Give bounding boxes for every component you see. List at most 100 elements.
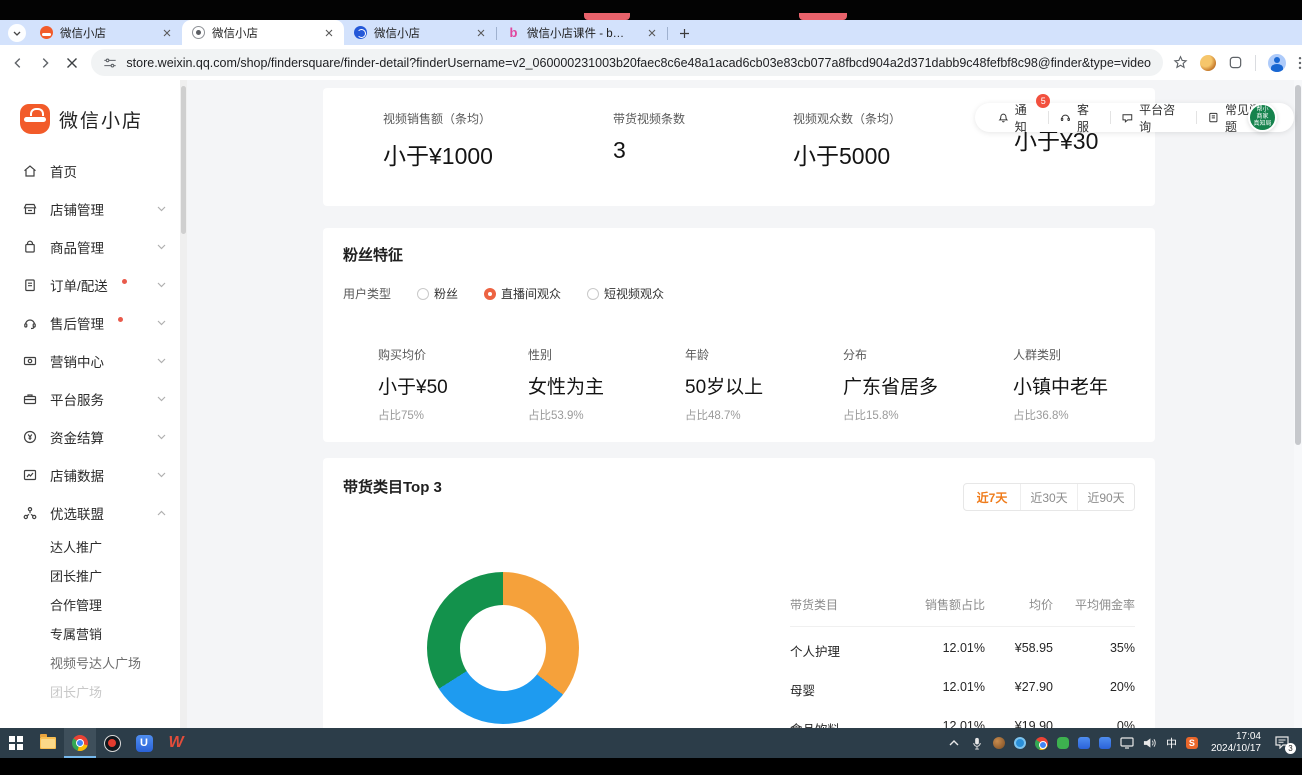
sidebar-subitem-talent-promo[interactable]: 达人推广 bbox=[0, 532, 180, 561]
date: 2024/10/17 bbox=[1211, 743, 1261, 755]
bookmark-star-icon[interactable] bbox=[1173, 55, 1188, 70]
notification-dot bbox=[118, 317, 123, 322]
forward-icon[interactable] bbox=[35, 51, 54, 75]
sidebar-subitem-leader-square[interactable]: 团长广场 bbox=[0, 677, 180, 706]
tray-expand-icon[interactable] bbox=[947, 736, 961, 750]
close-icon[interactable] bbox=[322, 26, 336, 40]
display-icon[interactable] bbox=[1120, 736, 1134, 750]
notification-center-button[interactable]: 3 bbox=[1274, 735, 1292, 751]
taskbar-clock[interactable]: 17:04 2024/10/17 bbox=[1211, 731, 1261, 755]
page-scrollbar[interactable] bbox=[1294, 80, 1302, 728]
menu-dots-icon[interactable] bbox=[1298, 56, 1302, 70]
urlbar-actions bbox=[1173, 54, 1302, 72]
app-window: 微信小店 首页 店铺管理 商品 bbox=[0, 80, 1302, 728]
sidebar-item-product-mgmt[interactable]: 商品管理 bbox=[0, 228, 180, 266]
section-title: 带货类目Top 3 bbox=[343, 476, 442, 497]
radio-live-viewers[interactable]: 直播间观众 bbox=[484, 285, 561, 302]
sidebar-item-label: 优选联盟 bbox=[50, 503, 104, 523]
back-icon[interactable] bbox=[8, 51, 27, 75]
sogou-icon[interactable]: S bbox=[1186, 737, 1198, 749]
site-settings-icon[interactable] bbox=[103, 56, 117, 70]
profile-avatar[interactable] bbox=[1268, 54, 1286, 72]
start-button[interactable] bbox=[0, 728, 32, 758]
address-bar[interactable]: store.weixin.qq.com/shop/findersquare/fi… bbox=[91, 49, 1163, 76]
volume-icon[interactable] bbox=[1143, 736, 1157, 750]
radio-fans[interactable]: 粉丝 bbox=[417, 285, 458, 302]
close-icon[interactable] bbox=[645, 26, 659, 40]
stat-video-count: 带货视频条数 3 bbox=[613, 110, 685, 164]
notification-dot bbox=[122, 279, 127, 284]
tray-c-app-icon[interactable] bbox=[1078, 737, 1090, 749]
sidebar-item-label: 资金结算 bbox=[50, 427, 104, 447]
range-30d[interactable]: 近30天 bbox=[1020, 484, 1077, 510]
u-app-button[interactable]: U bbox=[128, 728, 160, 758]
sidebar-scrollbar[interactable] bbox=[180, 80, 187, 728]
stat-label: 视频观众数（条均） bbox=[793, 110, 901, 127]
assistant-widget-badge[interactable]: 帮小 商家 真知局 bbox=[1248, 103, 1277, 132]
radio-short-video-viewers[interactable]: 短视频观众 bbox=[587, 285, 664, 302]
customer-service-button[interactable]: 客服 bbox=[1049, 101, 1110, 135]
headset-icon bbox=[22, 315, 38, 331]
close-icon[interactable] bbox=[160, 26, 174, 40]
cell-avg-price: ¥58.95 bbox=[985, 627, 1053, 666]
col-header: 销售额占比 bbox=[882, 596, 985, 627]
platform-consult-button[interactable]: 平台咨询 bbox=[1111, 101, 1196, 135]
tab-title: 微信小店 bbox=[60, 25, 106, 41]
coupon-icon bbox=[22, 353, 38, 369]
sidebar-item-home[interactable]: 首页 bbox=[0, 152, 180, 190]
sidebar-item-aftersale[interactable]: 售后管理 bbox=[0, 304, 180, 342]
ime-indicator[interactable]: 中 bbox=[1166, 735, 1177, 751]
sidebar-item-label: 营销中心 bbox=[50, 351, 104, 371]
sidebar-subitem-exclusive[interactable]: 专属营销 bbox=[0, 619, 180, 648]
sidebar-item-shop-data[interactable]: 店铺数据 bbox=[0, 456, 180, 494]
app-logo[interactable]: 微信小店 bbox=[0, 80, 180, 152]
sidebar-subitem-cooperation[interactable]: 合作管理 bbox=[0, 590, 180, 619]
radio-icon[interactable] bbox=[587, 288, 599, 300]
page-scrollbar-thumb[interactable] bbox=[1295, 85, 1301, 445]
chrome-taskbar-button[interactable] bbox=[64, 728, 96, 758]
sidebar-item-shop-mgmt[interactable]: 店铺管理 bbox=[0, 190, 180, 228]
sidebar-item-orders[interactable]: 订单/配送 bbox=[0, 266, 180, 304]
radio-icon[interactable] bbox=[417, 288, 429, 300]
consult-label: 平台咨询 bbox=[1139, 101, 1186, 135]
stat-label: 视频销售额（条均） bbox=[383, 110, 493, 127]
badge-line: 帮小 bbox=[1256, 107, 1268, 114]
notice-button[interactable]: 通知 5 bbox=[987, 101, 1048, 135]
url-text[interactable]: store.weixin.qq.com/shop/findersquare/fi… bbox=[126, 56, 1151, 70]
wps-button[interactable]: W bbox=[160, 728, 192, 758]
radio-selected-icon[interactable] bbox=[484, 288, 496, 300]
sidebar-item-marketing[interactable]: 营销中心 bbox=[0, 342, 180, 380]
sidebar-item-union[interactable]: 优选联盟 bbox=[0, 494, 180, 532]
sidebar-subitem-leader-promo[interactable]: 团长推广 bbox=[0, 561, 180, 590]
fan-value: 50岁以上 bbox=[685, 372, 763, 399]
tray-c-app-icon[interactable] bbox=[1099, 737, 1111, 749]
microphone-icon[interactable] bbox=[970, 736, 984, 750]
recorder-button[interactable] bbox=[96, 728, 128, 758]
extension-icon[interactable] bbox=[1200, 55, 1216, 71]
store-detail-favicon bbox=[192, 26, 205, 39]
new-tab-button[interactable] bbox=[674, 23, 694, 43]
fan-value: 广东省居多 bbox=[843, 372, 938, 399]
blue-favicon bbox=[354, 26, 367, 39]
sidebar-item-platform[interactable]: 平台服务 bbox=[0, 380, 180, 418]
range-7d[interactable]: 近7天 bbox=[964, 484, 1020, 510]
tray-app-icon[interactable] bbox=[993, 737, 1005, 749]
tab-groups-icon[interactable] bbox=[1228, 55, 1243, 70]
wechat-icon[interactable] bbox=[1057, 737, 1069, 749]
sidebar-scrollbar-thumb[interactable] bbox=[181, 86, 186, 234]
close-icon[interactable] bbox=[474, 26, 488, 40]
tab-search-chevron-icon[interactable] bbox=[8, 24, 26, 42]
sidebar-subitem-talent-square[interactable]: 视频号达人广场 bbox=[0, 648, 180, 677]
tray-app-icon[interactable] bbox=[1014, 737, 1026, 749]
browser-tab-3[interactable]: 微信小店 bbox=[344, 20, 496, 45]
browser-tab-1[interactable]: 微信小店 bbox=[30, 20, 182, 45]
browser-tab-2-active[interactable]: 微信小店 bbox=[182, 20, 344, 45]
screen: 微信小店 微信小店 微信小店 b 微信小店课件 - boardmix bbox=[0, 0, 1302, 775]
stop-loading-icon[interactable] bbox=[62, 51, 81, 75]
tray-chrome-icon[interactable] bbox=[1035, 737, 1048, 750]
sidebar-item-settlement[interactable]: 资金结算 bbox=[0, 418, 180, 456]
range-90d[interactable]: 近90天 bbox=[1077, 484, 1134, 510]
file-explorer-button[interactable] bbox=[32, 728, 64, 758]
browser-tab-4[interactable]: b 微信小店课件 - boardmix bbox=[497, 20, 667, 45]
chevron-down-icon bbox=[157, 206, 166, 212]
